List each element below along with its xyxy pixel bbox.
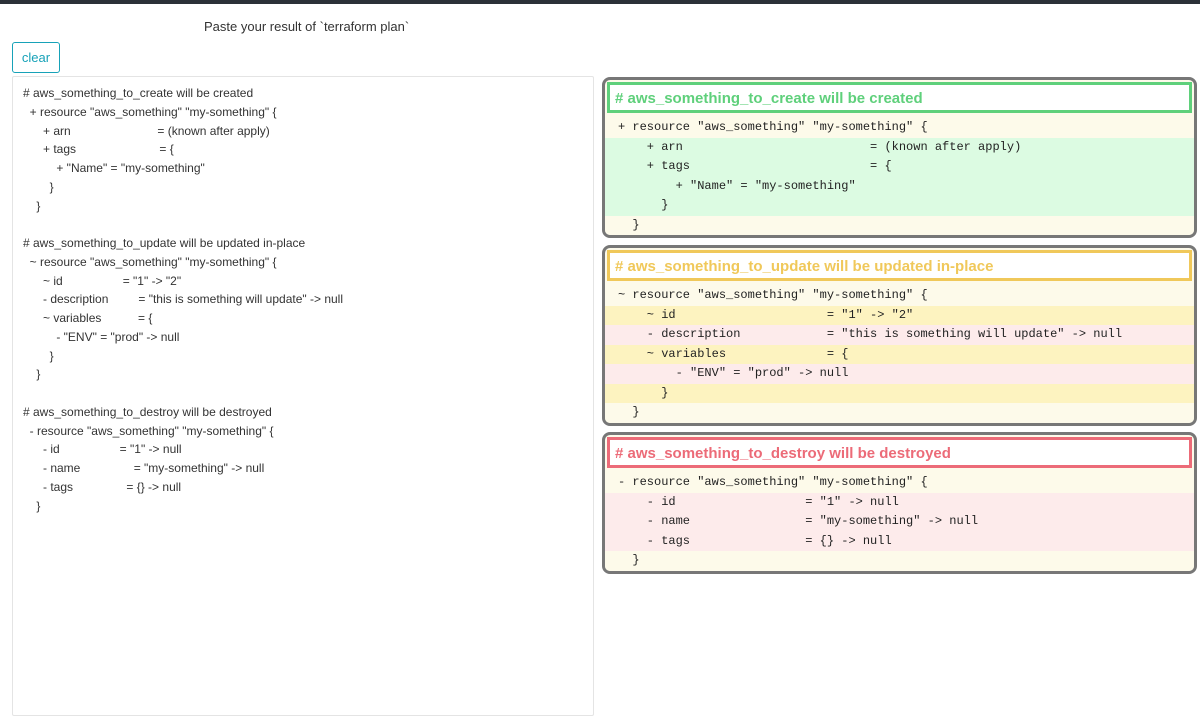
plan-line: }	[605, 383, 1194, 403]
plan-line: + tags = {	[605, 157, 1194, 177]
plan-line: + resource "aws_something" "my-something…	[605, 118, 1194, 138]
result-card-destroy: # aws_something_to_destroy will be destr…	[602, 432, 1197, 574]
plan-line: + arn = (known after apply)	[605, 137, 1194, 157]
plan-line: ~ variables = {	[605, 344, 1194, 364]
result-card-update: # aws_something_to_update will be update…	[602, 245, 1197, 426]
plan-input[interactable]	[12, 76, 594, 716]
plan-line: }	[605, 551, 1194, 571]
result-card-create: # aws_something_to_create will be create…	[602, 77, 1197, 238]
card-body: ~ resource "aws_something" "my-something…	[605, 281, 1194, 423]
clear-button[interactable]: clear	[12, 42, 60, 73]
plan-line: }	[605, 196, 1194, 216]
plan-line: - tags = {} -> null	[605, 531, 1194, 551]
plan-line: ~ resource "aws_something" "my-something…	[605, 286, 1194, 306]
plan-line: }	[605, 215, 1194, 235]
plan-line: }	[605, 403, 1194, 423]
card-body: + resource "aws_something" "my-something…	[605, 113, 1194, 235]
plan-line: - id = "1" -> null	[605, 492, 1194, 512]
plan-line: - resource "aws_something" "my-something…	[605, 473, 1194, 493]
plan-line: - description = "this is something will …	[605, 325, 1194, 345]
card-title: # aws_something_to_destroy will be destr…	[607, 437, 1192, 468]
page-instruction: Paste your result of `terraform plan`	[204, 19, 410, 34]
card-title: # aws_something_to_update will be update…	[607, 250, 1192, 281]
top-bar	[0, 0, 1200, 4]
plan-line: + "Name" = "my-something"	[605, 176, 1194, 196]
card-body: - resource "aws_something" "my-something…	[605, 468, 1194, 571]
plan-line: - name = "my-something" -> null	[605, 512, 1194, 532]
plan-line: ~ id = "1" -> "2"	[605, 305, 1194, 325]
card-title: # aws_something_to_create will be create…	[607, 82, 1192, 113]
plan-line: - "ENV" = "prod" -> null	[605, 364, 1194, 384]
